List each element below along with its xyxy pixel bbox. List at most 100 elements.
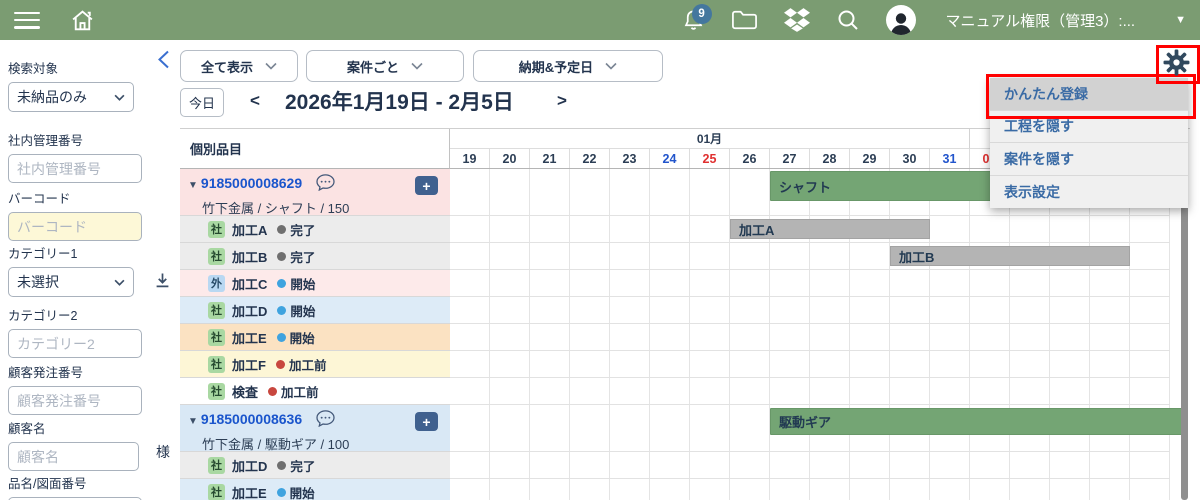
task-name: 検査 — [232, 382, 258, 401]
day-cell: 21 — [530, 149, 570, 168]
search-icon[interactable] — [836, 8, 860, 32]
status-dot-started — [277, 279, 286, 288]
app-window: 9 マニュアル権限（管理3）:... ▼ 検索対象 未納 — [0, 0, 1200, 500]
status-dot-started — [277, 333, 286, 342]
task-status: 開始 — [290, 328, 315, 347]
item-header-row: ▼9185000008629 竹下金属 / シャフト / 150 + — [180, 169, 450, 216]
settings-gear-icon[interactable] — [1163, 49, 1190, 81]
customer-name-input[interactable] — [8, 442, 139, 471]
item-column-header: 個別品目 — [180, 129, 450, 169]
inhouse-badge: 社 — [208, 484, 225, 500]
status-dot-started — [277, 488, 286, 497]
task-row[interactable]: 社加工E 開始 — [180, 324, 450, 351]
field-customer-order-number: 顧客発注番号 — [8, 362, 142, 415]
task-row[interactable]: 社加工F加工前 — [180, 351, 450, 378]
menu-item-hide-process[interactable]: 工程を隠す — [990, 111, 1188, 144]
task-row[interactable]: 社加工D完了 — [180, 452, 450, 479]
chart-row — [450, 324, 1170, 351]
chart-row — [450, 479, 1170, 500]
filter-group-by-dropdown[interactable]: 案件ごと — [306, 50, 464, 82]
day-cell: 28 — [810, 149, 850, 168]
internal-number-input[interactable] — [8, 154, 142, 183]
task-status: 加工前 — [281, 382, 319, 401]
chevron-down-icon — [605, 62, 617, 70]
day-cell: 29 — [850, 149, 890, 168]
task-row[interactable]: 外加工C開始 — [180, 270, 450, 297]
item-header-row: ▼9185000008636 竹下金属 / 駆動ギア / 100 + — [180, 405, 450, 452]
menu-icon[interactable] — [14, 12, 40, 29]
filter-display-all-dropdown[interactable]: 全て表示 — [180, 50, 298, 82]
field-label: 社内管理番号 — [8, 130, 142, 149]
task-row[interactable]: 社検査 加工前 — [180, 378, 450, 405]
collapse-sidebar-icon[interactable] — [157, 50, 170, 74]
chevron-down-icon — [114, 279, 125, 286]
task-status: 完了 — [290, 247, 315, 266]
inhouse-badge: 社 — [208, 302, 225, 319]
item-subtitle: 竹下金属 / シャフト / 150 — [202, 198, 450, 217]
top-navigation-bar: 9 マニュアル権限（管理3）:... ▼ — [0, 0, 1200, 40]
inhouse-badge: 社 — [208, 457, 225, 474]
field-internal-number: 社内管理番号 — [8, 130, 142, 183]
comment-bubble-icon[interactable] — [316, 414, 335, 431]
field-label: 顧客名 — [8, 418, 139, 437]
field-label: 品名/図面番号 — [8, 473, 142, 492]
chart-row — [450, 351, 1170, 378]
gantt-bar-process[interactable]: 加工B — [890, 246, 1130, 266]
category2-input[interactable] — [8, 329, 142, 358]
user-menu-caret-icon[interactable]: ▼ — [1175, 14, 1186, 26]
item-id-link[interactable]: 9185000008636 — [201, 411, 302, 427]
item-id-link[interactable]: 9185000008629 — [201, 175, 302, 191]
next-period-button[interactable]: > — [557, 91, 567, 111]
download-arrow-icon[interactable] — [155, 273, 170, 293]
chevron-down-icon — [411, 62, 423, 70]
day-cell: 26 — [730, 149, 770, 168]
category1-select[interactable]: 未選択 — [8, 267, 134, 297]
task-row[interactable]: 社加工A完了 — [180, 216, 450, 243]
day-cell: 27 — [770, 149, 810, 168]
add-process-button[interactable]: + — [415, 412, 438, 431]
task-name: 加工B — [232, 247, 267, 266]
search-target-select[interactable]: 未納品のみ — [8, 82, 134, 112]
gantt-bar-process[interactable]: 加工A — [730, 219, 930, 239]
gantt-bar-item[interactable]: 駆動ギア — [770, 408, 1184, 435]
day-cell: 23 — [610, 149, 650, 168]
collapse-item-icon[interactable]: ▼ — [188, 416, 198, 427]
chart-row — [450, 270, 1170, 297]
field-category1: カテゴリー1 未選択 — [8, 243, 134, 297]
task-name: 加工C — [232, 274, 267, 293]
user-avatar[interactable] — [886, 5, 916, 35]
day-cell-saturday: 31 — [930, 149, 970, 168]
notifications-bell-icon[interactable]: 9 — [682, 8, 705, 32]
today-button[interactable]: 今日 — [180, 88, 224, 117]
outsourced-badge: 外 — [208, 275, 225, 292]
customer-order-number-input[interactable] — [8, 386, 142, 415]
task-row[interactable]: 社加工E開始 — [180, 479, 450, 500]
inhouse-badge: 社 — [208, 383, 225, 400]
menu-item-easy-register[interactable]: かんたん登録 — [990, 78, 1188, 111]
search-filter-sidebar: 検索対象 未納品のみ 社内管理番号 バーコード カテゴリー1 未選択 カテ — [0, 40, 155, 500]
task-row[interactable]: 社加工D開始 — [180, 297, 450, 324]
barcode-input[interactable] — [8, 212, 142, 241]
inhouse-badge: 社 — [208, 221, 225, 238]
user-name-label[interactable]: マニュアル権限（管理3）:... — [946, 10, 1136, 31]
task-name: 加工E — [232, 483, 267, 500]
task-row[interactable]: 社加工B完了 — [180, 243, 450, 270]
filter-date-type-dropdown[interactable]: 納期&予定日 — [473, 50, 663, 82]
collapse-item-icon[interactable]: ▼ — [188, 180, 198, 191]
folder-icon[interactable] — [731, 9, 758, 31]
field-customer-name: 顧客名 様 — [8, 418, 139, 471]
menu-item-hide-project[interactable]: 案件を隠す — [990, 143, 1188, 176]
home-icon[interactable] — [70, 8, 95, 33]
task-name: 加工D — [232, 456, 267, 475]
add-process-button[interactable]: + — [415, 176, 438, 195]
prev-period-button[interactable]: < — [250, 91, 260, 111]
day-cell: 22 — [570, 149, 610, 168]
task-status: 開始 — [290, 301, 315, 320]
field-label: 顧客発注番号 — [8, 362, 142, 381]
task-name: 加工E — [232, 328, 267, 347]
menu-item-display-settings[interactable]: 表示設定 — [990, 176, 1188, 209]
inhouse-badge: 社 — [208, 329, 225, 346]
comment-bubble-icon[interactable] — [316, 178, 335, 195]
dropbox-icon[interactable] — [784, 8, 810, 32]
day-cell-saturday: 24 — [650, 149, 690, 168]
